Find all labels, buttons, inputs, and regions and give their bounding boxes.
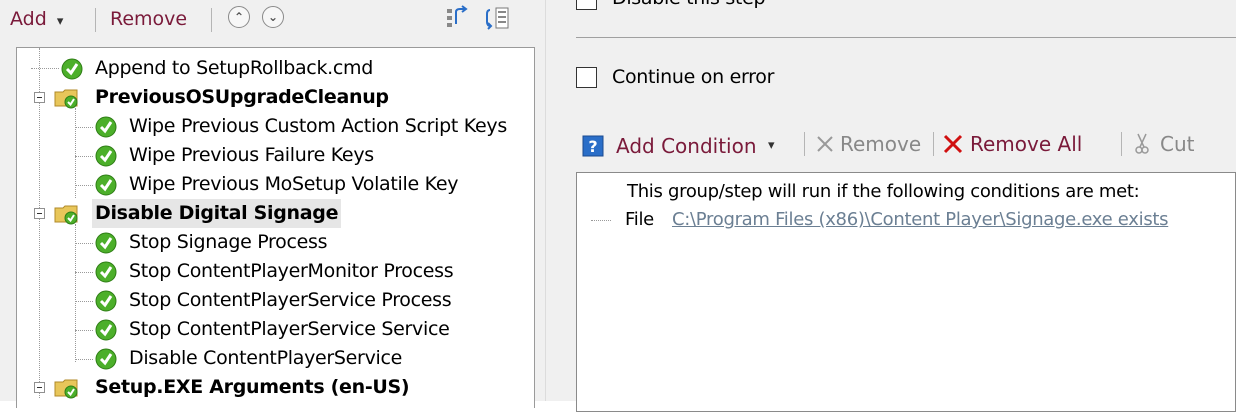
move-down-icon: ⌄	[267, 10, 279, 24]
toolbar-separator	[211, 8, 212, 32]
pane-splitter[interactable]	[537, 0, 553, 401]
collapse-toggle[interactable]	[34, 382, 45, 393]
move-down-button[interactable]: ⌄	[262, 6, 284, 28]
condition-link[interactable]: C:\Program Files (x86)\Content Player\Si…	[672, 209, 1169, 230]
toolbar-separator	[1121, 132, 1122, 156]
chevron-down-icon: ▾	[56, 14, 64, 29]
toolbar-separator	[933, 132, 934, 156]
collapse-toggle[interactable]	[34, 92, 45, 103]
disable-step-label: Disable this step	[612, 0, 766, 9]
success-check-icon	[95, 348, 117, 370]
toolbar-separator	[804, 132, 805, 156]
success-check-icon	[95, 290, 117, 312]
task-sequence-tree-pane: Add ▾ Remove ⌃ ⌄ Append to SetupRollback…	[0, 0, 537, 408]
success-check-icon	[95, 174, 117, 196]
help-icon: ?	[582, 135, 604, 157]
tree-item-label: Append to SetupRollback.cmd	[95, 57, 374, 79]
chevron-down-icon: ▾	[768, 138, 775, 153]
remove-button[interactable]: Remove	[110, 6, 187, 32]
tree-item-label: Stop Signage Process	[129, 231, 328, 253]
tree-item-group[interactable]: Setup.EXE Arguments (en-US)	[17, 373, 534, 402]
remove-x-icon	[817, 136, 833, 152]
success-check-icon	[95, 145, 117, 167]
tree-item-step[interactable]: Stop ContentPlayerService Process	[17, 286, 534, 315]
tree-item-group[interactable]: PreviousOSUpgradeCleanup	[17, 83, 534, 112]
tree-item-label: Wipe Previous MoSetup Volatile Key	[129, 173, 459, 195]
collapse-toggle[interactable]	[34, 208, 45, 219]
group-folder-icon	[54, 379, 78, 399]
properties-pane: Disable this step Continue on error ? Ad…	[553, 0, 1236, 412]
tree-connector	[591, 220, 611, 221]
toolbar-separator	[95, 8, 96, 32]
task-sequence-tree[interactable]: Append to SetupRollback.cmd PreviousOSUp…	[16, 47, 535, 408]
success-check-icon	[95, 319, 117, 341]
remove-all-x-icon	[943, 134, 963, 154]
continue-on-error-label: Continue on error	[612, 66, 775, 88]
tree-item-step[interactable]: Wipe Previous Custom Action Script Keys	[17, 112, 534, 141]
expand-all-icon[interactable]	[484, 4, 512, 32]
remove-all-label: Remove All	[970, 132, 1083, 156]
condition-type: File	[625, 209, 654, 230]
conditions-header: This group/step will run if the followin…	[627, 181, 1140, 202]
add-label: Add	[10, 8, 47, 30]
move-up-icon: ⌃	[233, 10, 245, 24]
tree-item-step[interactable]: Wipe Previous Failure Keys	[17, 141, 534, 170]
add-button[interactable]: Add ▾	[10, 6, 63, 32]
remove-condition-label: Remove	[840, 132, 922, 156]
success-check-icon	[61, 58, 83, 80]
svg-text:?: ?	[588, 137, 597, 156]
scissors-icon	[1135, 133, 1149, 154]
tree-item-label: Wipe Previous Custom Action Script Keys	[129, 115, 507, 137]
tree-item-label: Stop ContentPlayerService Process	[129, 289, 452, 311]
collapse-all-icon[interactable]	[443, 4, 471, 32]
tree-item-label: Stop ContentPlayerService Service	[129, 318, 450, 340]
continue-on-error-checkbox[interactable]	[576, 67, 597, 88]
tree-item-label: Wipe Previous Failure Keys	[129, 144, 374, 166]
add-condition-label: Add Condition	[616, 134, 757, 158]
tree-item-label: Disable ContentPlayerService	[129, 347, 403, 369]
tree-item-step[interactable]: Stop ContentPlayerMonitor Process	[17, 257, 534, 286]
cut-label: Cut	[1160, 132, 1195, 156]
divider	[576, 37, 1236, 38]
tree-item-step[interactable]: Disable ContentPlayerService	[17, 344, 534, 373]
success-check-icon	[95, 232, 117, 254]
group-folder-icon	[54, 205, 78, 225]
tree-item-label: Stop ContentPlayerMonitor Process	[129, 260, 454, 282]
disable-step-checkbox[interactable]	[576, 0, 597, 10]
success-check-icon	[95, 116, 117, 138]
conditions-toolbar: ? Add Condition ▾ Remove Remove All Cut	[576, 128, 1236, 160]
move-up-button[interactable]: ⌃	[228, 6, 250, 28]
tree-toolbar: Add ▾ Remove ⌃ ⌄	[0, 0, 537, 40]
tree-group-label: Setup.EXE Arguments (en-US)	[95, 376, 410, 398]
success-check-icon	[95, 261, 117, 283]
tree-item-step[interactable]: Wipe Previous MoSetup Volatile Key	[17, 170, 534, 199]
conditions-list[interactable]: This group/step will run if the followin…	[576, 172, 1236, 412]
group-folder-icon	[54, 89, 78, 109]
tree-item-step[interactable]: Append to SetupRollback.cmd	[17, 54, 534, 83]
tree-item-group-selected[interactable]: Disable Digital Signage	[17, 199, 534, 228]
condition-row[interactable]: File C:\Program Files (x86)\Content Play…	[577, 209, 1227, 233]
tree-item-step[interactable]: Stop Signage Process	[17, 228, 534, 257]
tree-group-label: Disable Digital Signage	[92, 199, 342, 228]
tree-group-label: PreviousOSUpgradeCleanup	[95, 86, 389, 108]
tree-item-step[interactable]: Stop ContentPlayerService Service	[17, 315, 534, 344]
